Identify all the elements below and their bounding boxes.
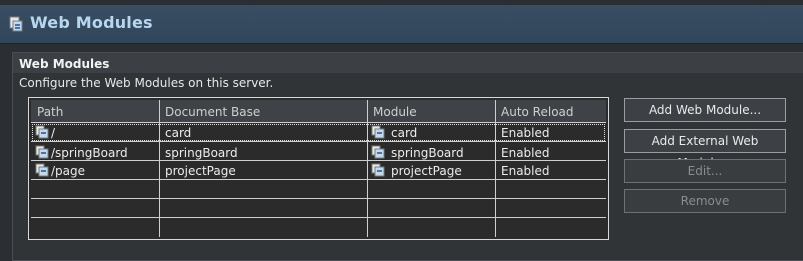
cell-auto-reload: Enabled [501,126,550,140]
add-external-web-module-button[interactable]: Add External Web Module... [624,129,786,170]
cell-path: /springBoard [51,146,128,160]
web-module-icon [371,145,385,159]
cell-document-base: card [165,126,192,140]
web-modules-table[interactable]: Path Document Base Module Auto Reload / … [28,97,609,240]
cell-module: card [391,126,418,140]
cell-path: / [51,126,56,140]
cell-module: projectPage [391,164,462,178]
section-title: Web Modules [19,57,110,71]
section-description: Configure the Web Modules on this server… [19,76,274,90]
web-module-icon [371,163,385,177]
column-header-module[interactable]: Module [373,105,417,119]
column-header-auto-reload[interactable]: Auto Reload [501,105,574,119]
page-title: Web Modules [30,13,153,32]
row-divider [31,179,606,180]
web-module-icon [35,125,49,139]
web-module-icon [35,145,49,159]
row-divider [31,141,606,142]
add-web-module-button[interactable]: Add Web Module... [624,98,786,122]
web-modules-editor: Web Modules Web Modules Configure the We… [0,0,803,261]
web-module-icon [9,16,23,32]
column-header-path[interactable]: Path [37,105,63,119]
cell-path: /page [51,164,86,178]
row-divider [31,198,606,199]
row-divider [31,122,606,123]
column-header-document-base[interactable]: Document Base [165,105,260,119]
web-module-icon [35,163,49,177]
header-top-border [0,0,803,5]
cell-auto-reload: Enabled [501,146,550,160]
edit-button[interactable]: Edit... [624,159,786,183]
row-divider [31,160,606,161]
cell-module: springBoard [391,146,464,160]
cell-document-base: projectPage [165,164,236,178]
web-module-icon [371,125,385,139]
row-divider [31,217,606,218]
cell-document-base: springBoard [165,146,238,160]
editor-header: Web Modules [0,0,803,44]
cell-auto-reload: Enabled [501,164,550,178]
section-title-bar [13,53,803,73]
remove-button[interactable]: Remove [624,189,786,213]
